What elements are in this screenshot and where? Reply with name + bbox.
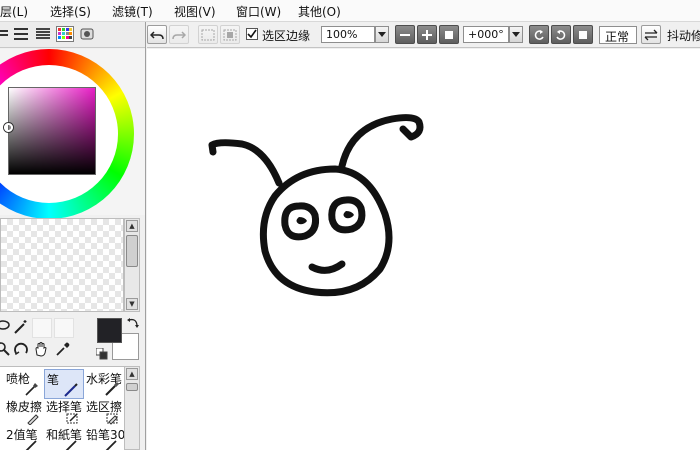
swap-colors-icon[interactable] [126, 316, 140, 330]
binary-pen-icon [24, 437, 40, 450]
eye-dropper-mode-icon[interactable] [78, 26, 96, 42]
menu-layer[interactable]: 层(L) [0, 3, 28, 20]
square-icon [579, 30, 587, 39]
brush-airbrush[interactable]: 喷枪 [4, 369, 44, 399]
slider-view-icon[interactable] [12, 26, 30, 42]
color-mode-strip [0, 22, 145, 48]
left-antenna [208, 139, 283, 187]
scroll-up-icon[interactable]: ▲ [126, 368, 138, 380]
menu-bar: 层(L) 选择(S) 滤镜(T) 视图(V) 窗口(W) 其他(O) [0, 0, 700, 22]
scroll-thumb[interactable] [126, 383, 138, 391]
flip-horizontal-icon [644, 29, 658, 40]
drawing-canvas[interactable] [147, 49, 700, 450]
menu-filter[interactable]: 滤镜(T) [112, 3, 153, 20]
rotation-select[interactable]: +000° [463, 26, 509, 43]
invert-selection-icon [223, 29, 237, 40]
undo-icon [150, 30, 164, 39]
scratch-scrollbar[interactable]: ▲ ▼ [124, 218, 140, 312]
right-antenna [338, 114, 424, 170]
selection-edge-checkbox[interactable] [246, 28, 258, 40]
deselect-icon [201, 29, 215, 40]
brush-eraser[interactable]: 橡皮擦 [4, 397, 44, 427]
washi-icon [64, 437, 80, 450]
menu-other[interactable]: 其他(O) [298, 3, 341, 20]
zoom-reset-button[interactable] [439, 25, 459, 44]
color-picker [0, 49, 145, 219]
brush-select-pen[interactable]: 选择笔 [44, 397, 84, 427]
rotate-right-button[interactable] [551, 25, 571, 44]
pencil-icon [104, 437, 120, 450]
left-pupil [296, 217, 307, 225]
select-pen-icon [64, 409, 80, 425]
chevron-down-icon [512, 32, 520, 37]
magic-wand-icon[interactable] [12, 318, 30, 336]
ant-face-drawing [208, 114, 424, 297]
scroll-down-icon[interactable]: ▼ [126, 298, 138, 310]
list-view-icon[interactable] [0, 26, 10, 42]
eraser-icon [24, 409, 40, 426]
hand-icon[interactable] [32, 340, 50, 358]
rotate-left-button[interactable] [529, 25, 549, 44]
brush-washi[interactable]: 和紙笔 [44, 425, 84, 450]
menu-select[interactable]: 选择(S) [50, 3, 91, 20]
rotate-left-icon [534, 29, 544, 40]
undo-button[interactable] [147, 25, 167, 44]
swatch-grid-icon[interactable] [56, 26, 74, 42]
canvas-toolbar: 选区边缘 100% +000° 正常 抖动修 [147, 22, 700, 48]
brush-watercolor[interactable]: 水彩笔 [84, 369, 124, 399]
zoom-out-button[interactable] [395, 25, 415, 44]
checkmark-icon [247, 29, 257, 39]
airbrush-icon [24, 381, 40, 397]
zoom-in-button[interactable] [417, 25, 437, 44]
watercolor-icon [104, 381, 120, 397]
rotation-reset-button[interactable] [573, 25, 593, 44]
scratch-pad[interactable] [0, 218, 124, 312]
stabilizer-label: 抖动修 [667, 29, 700, 43]
menu-view[interactable]: 视图(V) [174, 3, 216, 20]
zoom-select[interactable]: 100% [321, 26, 375, 43]
scroll-up-icon[interactable]: ▲ [126, 220, 138, 232]
select-eraser-icon [104, 409, 120, 425]
deselect-button[interactable] [198, 25, 218, 44]
rotate-right-icon [556, 29, 566, 40]
brush-pencil[interactable]: 铅笔30 [84, 425, 124, 450]
blend-mode-box[interactable]: 正常 [599, 26, 637, 44]
zoom-dropdown-arrow[interactable] [375, 26, 389, 43]
brush-select-eraser[interactable]: 选区擦 [84, 397, 124, 427]
brush-scrollbar[interactable]: ▲ [124, 366, 140, 450]
right-pupil [343, 211, 354, 219]
invert-selection-button[interactable] [220, 25, 240, 44]
square-icon [445, 30, 453, 39]
redo-icon [172, 30, 186, 39]
plus-icon [422, 29, 432, 40]
eyedropper-icon[interactable] [54, 340, 72, 358]
pen-icon [63, 382, 79, 398]
chevron-down-icon [378, 32, 386, 37]
left-panel: ▲ ▼ 喷枪 笔 水彩笔 橡皮擦 选择笔 选区擦 2值笔 和紙笔 铅笔30 ▲ [0, 22, 146, 450]
head-outline [259, 165, 393, 297]
saturation-value-box[interactable] [8, 87, 96, 175]
minus-icon [400, 33, 410, 36]
lasso-icon[interactable] [0, 318, 12, 336]
smile [308, 260, 346, 274]
brush-pen[interactable]: 笔 [44, 369, 84, 399]
scroll-thumb[interactable] [126, 235, 138, 267]
reset-colors-icon[interactable] [95, 347, 108, 360]
brush-palette: 喷枪 笔 水彩笔 橡皮擦 选择笔 选区擦 2值笔 和紙笔 铅笔30 [0, 366, 124, 450]
selection-edge-label: 选区边缘 [262, 29, 311, 43]
menu-window[interactable]: 窗口(W) [236, 3, 281, 20]
zoom-icon[interactable] [0, 340, 12, 358]
redo-button[interactable] [169, 25, 189, 44]
rotate-view-icon[interactable] [12, 340, 30, 358]
rotation-dropdown-arrow[interactable] [509, 26, 523, 43]
flip-horizontal-button[interactable] [641, 25, 661, 44]
bars-view-icon[interactable] [34, 26, 52, 42]
color-marker[interactable] [4, 123, 13, 132]
foreground-color-swatch[interactable] [97, 318, 122, 343]
brush-binary-pen[interactable]: 2值笔 [4, 425, 44, 450]
